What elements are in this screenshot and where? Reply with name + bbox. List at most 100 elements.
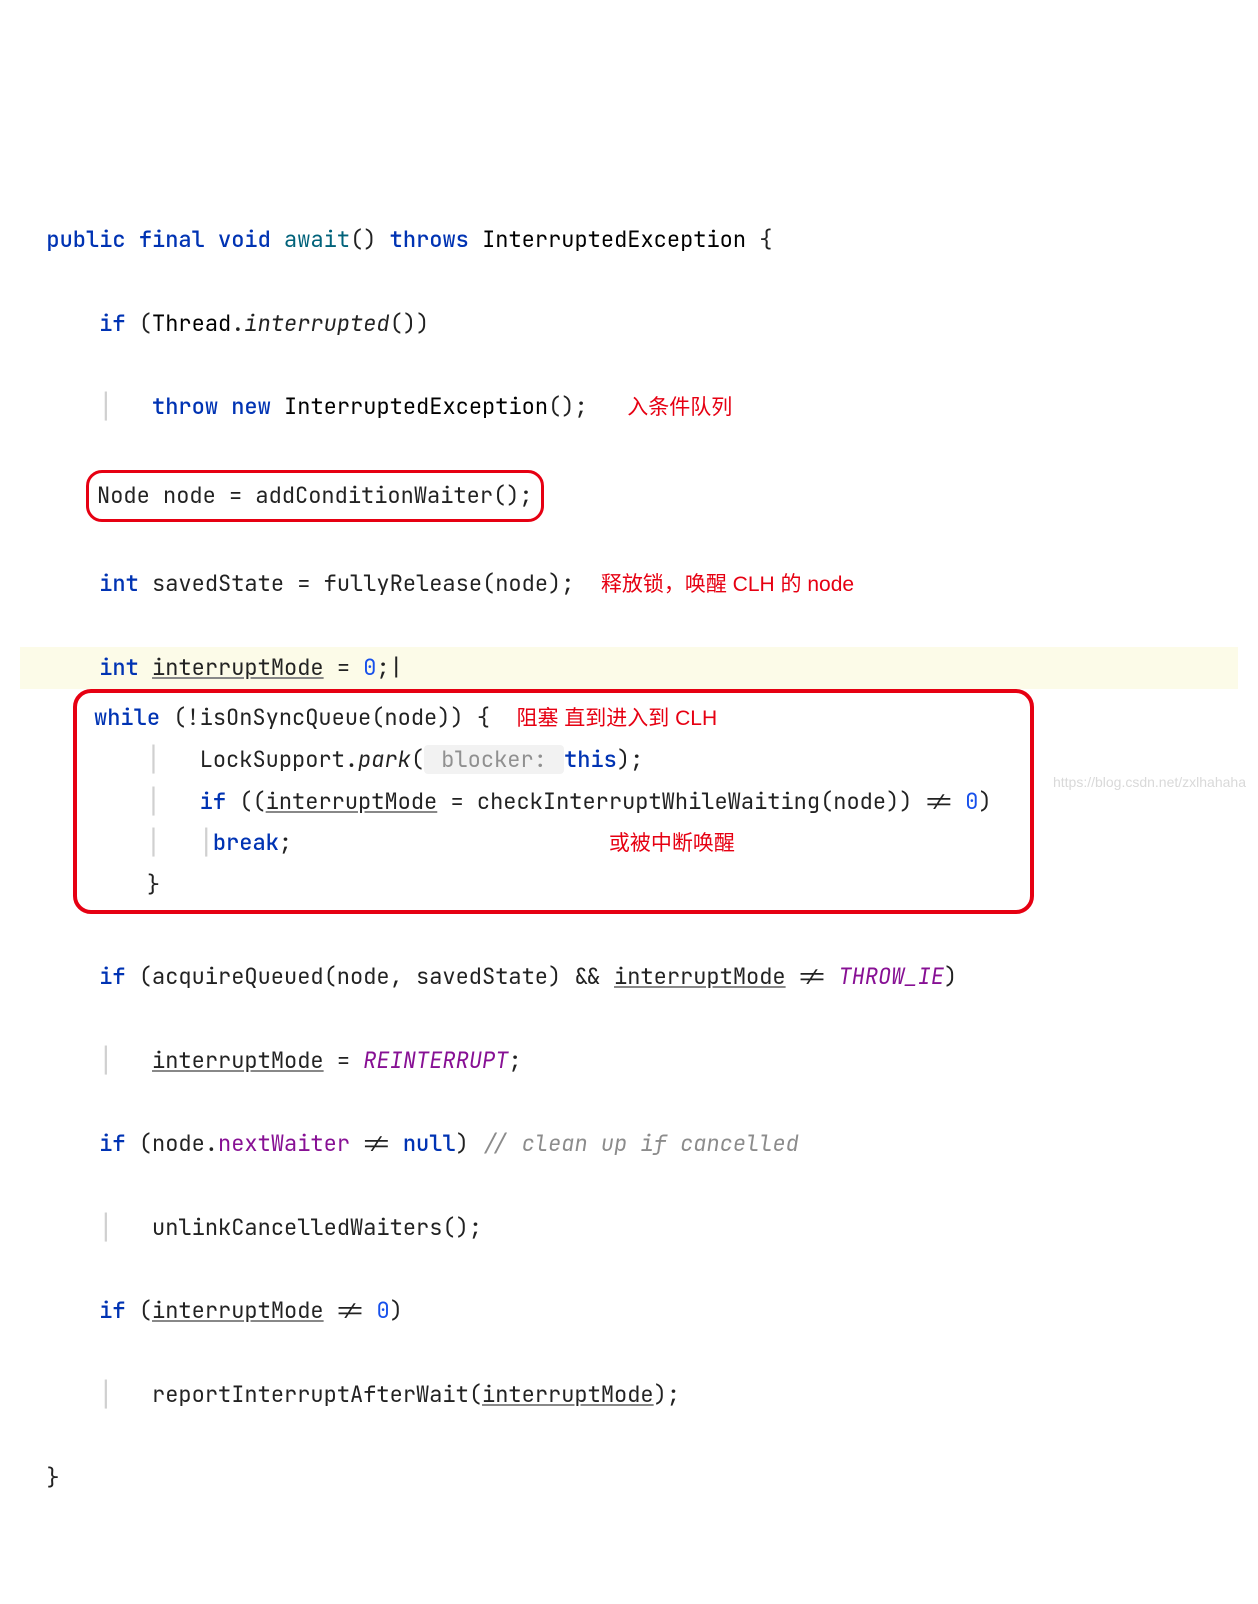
l13b: != (350, 1129, 403, 1158)
call-park: park (358, 745, 411, 774)
kw-if-2: if (200, 787, 226, 816)
exception-type-2: InterruptedException (284, 392, 548, 421)
l15a: ( (126, 1296, 152, 1325)
while-close-brace: } (147, 870, 160, 899)
method-close-brace: } (46, 1463, 59, 1492)
kw-public: public (46, 225, 125, 254)
var-interruptmode: interruptMode (152, 653, 324, 682)
kw-if-3: if (99, 962, 125, 991)
l13c: ) (456, 1129, 482, 1158)
kw-throws: throws (390, 225, 469, 254)
var-interruptmode-5: interruptMode (152, 1296, 324, 1325)
l12semi: ; (508, 1046, 521, 1075)
paren-close: ()) (390, 309, 430, 338)
line-2: if (Thread.interrupted()) (20, 303, 1238, 345)
line-13: if (node.nextWaiter != null) // clean up… (20, 1123, 1238, 1165)
annotation-1: 入条件队列 (627, 396, 732, 419)
box1-text: Node node = addConditionWaiter(); (97, 481, 533, 510)
line-5: int savedState = fullyRelease(node); 释放锁… (20, 563, 1238, 605)
dot: . (231, 309, 244, 338)
indent-guide-6: │ (99, 1046, 112, 1075)
l12eq: = (324, 1046, 364, 1075)
line-6: int interruptMode = 0;| (20, 647, 1238, 689)
const-reinterrupt: REINTERRUPT (363, 1046, 508, 1075)
annotation-3: 阻塞 直到进入到 CLH (516, 707, 717, 730)
class-thread: Thread (152, 309, 231, 338)
indent-guide-8: │ (99, 1380, 112, 1409)
line-4: Node node = addConditionWaiter(); (20, 470, 1238, 522)
paren: ( (126, 309, 152, 338)
indent-guide-5: │ (200, 828, 213, 857)
indent-guide-4: │ (147, 828, 160, 857)
semi: ; (376, 653, 389, 682)
kw-break: break (213, 828, 279, 857)
l16b: ); (654, 1380, 680, 1409)
line-11: if (acquireQueued(node, savedState) && i… (20, 956, 1238, 998)
annotation-2: 释放锁，唤醒 CLH 的 node (601, 573, 854, 596)
l11a: (acquireQueued(node, savedState) && (126, 962, 614, 991)
field-nextwaiter: nextWaiter (218, 1129, 350, 1158)
line-15: if (interruptMode != 0) (20, 1290, 1238, 1332)
line-12: │ interruptMode = REINTERRUPT; (20, 1040, 1238, 1082)
ifr1: (( (226, 787, 266, 816)
var-interruptmode-2: interruptMode (266, 787, 438, 816)
const-throw-ie: THROW_IE (838, 962, 944, 991)
line-16: │ reportInterruptAfterWait(interruptMode… (20, 1374, 1238, 1416)
l15c: ) (390, 1296, 403, 1325)
comment-cleanup: // clean up if cancelled (482, 1129, 799, 1158)
l5-rest: savedState = fullyRelease(node); (139, 569, 575, 598)
var-interruptmode-6: interruptMode (482, 1380, 654, 1409)
exception-type: InterruptedException (482, 225, 746, 254)
kw-throw: throw (152, 392, 218, 421)
brksemi: ; (279, 828, 292, 857)
l11c: ) (944, 962, 957, 991)
annotation-4: 或被中断唤醒 (609, 832, 735, 855)
num-zero: 0 (363, 653, 376, 682)
method-name: await (284, 225, 350, 254)
highlight-box-1: Node node = addConditionWaiter(); (86, 470, 544, 522)
eq: = (324, 653, 364, 682)
indent-guide-3: │ (147, 787, 160, 816)
kw-new: new (231, 392, 271, 421)
sp (139, 653, 152, 682)
call-interrupted: interrupted (244, 309, 389, 338)
var-interruptmode-4: interruptMode (152, 1046, 324, 1075)
l13a: (node. (126, 1129, 218, 1158)
num-zero-3: 0 (376, 1296, 389, 1325)
brace-open: { (746, 225, 772, 254)
call-unlink: unlinkCancelledWaiters(); (152, 1213, 482, 1242)
kw-if-5: if (99, 1296, 125, 1325)
tail: (); (548, 392, 588, 421)
ifr2: = checkInterruptWhileWaiting(node)) != (437, 787, 965, 816)
indent-guide-2: │ (147, 745, 160, 774)
line-1: public final void await() throws Interru… (20, 219, 1238, 261)
line-3: │ throw new InterruptedException(); 入条件队… (20, 386, 1238, 428)
watermark: https://blog.csdn.net/zxlhahaha (1053, 769, 1246, 796)
line-14: │ unlinkCancelledWaiters(); (20, 1207, 1238, 1249)
l11b: != (786, 962, 839, 991)
line-17: } (20, 1457, 1238, 1499)
kw-void: void (218, 225, 271, 254)
param-hint: blocker: (424, 745, 564, 774)
close2: ); (617, 745, 643, 774)
ifr3: ) (978, 787, 991, 816)
caret: | (390, 653, 403, 682)
num-zero-2: 0 (965, 787, 978, 816)
var-interruptmode-3: interruptMode (614, 962, 786, 991)
l15b: != (324, 1296, 377, 1325)
indent-guide-7: │ (99, 1213, 112, 1242)
kw-while: while (94, 703, 160, 732)
call-report: reportInterruptAfterWait( (152, 1380, 482, 1409)
kw-int-2: int (99, 653, 139, 682)
parens: () (350, 225, 376, 254)
indent-guide: │ (99, 392, 112, 421)
locksupport: LockSupport. (200, 745, 358, 774)
kw-final: final (139, 225, 205, 254)
while-cond: (!isOnSyncQueue(node)) { (160, 703, 490, 732)
kw-int-1: int (99, 569, 139, 598)
kw-if-4: if (99, 1129, 125, 1158)
code-block: public final void await() throws Interru… (20, 177, 1238, 1541)
kw-this: this (564, 745, 617, 774)
paren2: ( (411, 745, 424, 774)
kw-if: if (99, 309, 125, 338)
